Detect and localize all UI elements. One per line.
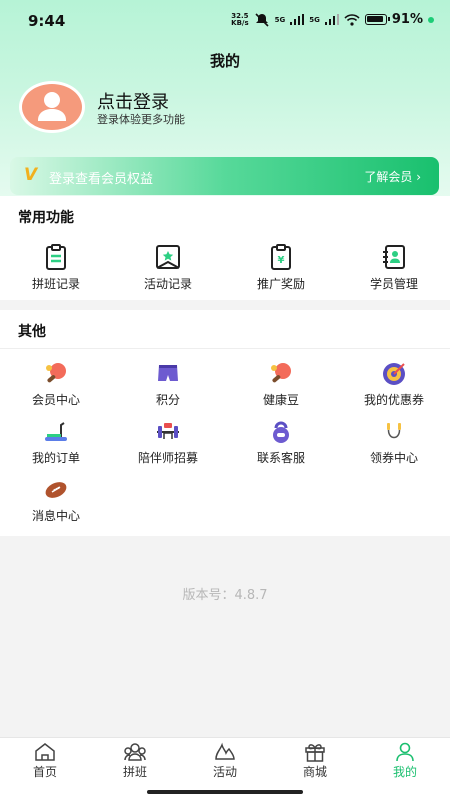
activity-icon bbox=[215, 742, 235, 760]
other-label: 领券中心 bbox=[369, 451, 418, 465]
learn-vip-link[interactable]: 了解会员 › bbox=[364, 168, 421, 185]
avatar[interactable] bbox=[19, 81, 85, 133]
status-icons: 32.5 KB/s 5G 5G 91% bbox=[231, 12, 434, 27]
gift-icon bbox=[305, 744, 325, 762]
other-label: 联系客服 bbox=[256, 451, 305, 465]
contacts-book-icon bbox=[383, 245, 405, 269]
other-label: 消息中心 bbox=[31, 509, 80, 523]
other-label: 陪伴师招募 bbox=[137, 451, 198, 465]
health-beans-item[interactable]: 健康豆 bbox=[225, 361, 337, 408]
ping-pong-icon bbox=[271, 363, 291, 383]
barbell-icon bbox=[157, 423, 179, 439]
battery-percent: 91% bbox=[391, 12, 423, 27]
home-icon bbox=[35, 743, 55, 761]
clipboard-icon bbox=[46, 244, 66, 270]
common-functions-title: 常用功能 bbox=[18, 210, 74, 226]
home-indicator[interactable] bbox=[147, 790, 303, 794]
mute-icon bbox=[255, 12, 269, 27]
wifi-icon bbox=[344, 13, 360, 26]
treadmill-icon bbox=[45, 422, 67, 441]
group-icon bbox=[124, 743, 146, 761]
other-label: 我的优惠券 bbox=[363, 393, 424, 407]
page-title: 我的 bbox=[209, 52, 240, 70]
signal-icon bbox=[324, 14, 339, 25]
companion-recruitment-item[interactable]: 陪伴师招募 bbox=[112, 419, 224, 466]
function-label: 拼班记录 bbox=[31, 277, 80, 291]
other-label: 会员中心 bbox=[31, 393, 80, 407]
my-orders-item[interactable]: 我的订单 bbox=[0, 419, 112, 466]
student-management-item[interactable]: 学员管理 bbox=[338, 243, 450, 292]
user-icon bbox=[396, 742, 414, 762]
battery-icon bbox=[364, 14, 390, 25]
join-class-records-item[interactable]: 拼班记录 bbox=[0, 243, 112, 292]
tab-label: 商城 bbox=[302, 765, 327, 779]
message-center-item[interactable]: 消息中心 bbox=[0, 477, 112, 524]
section-divider bbox=[0, 348, 450, 349]
tab-mall[interactable]: 商城 bbox=[270, 742, 360, 780]
vip-badge-icon: V bbox=[24, 165, 38, 185]
status-bar: 9:44 32.5 KB/s 5G 5G 91% bbox=[0, 0, 450, 40]
user-silhouette-icon bbox=[38, 92, 66, 121]
shorts-icon bbox=[158, 365, 178, 381]
kettlebell-icon bbox=[273, 421, 289, 443]
network-speed: 32.5 KB/s bbox=[231, 11, 249, 27]
member-center-item[interactable]: 会员中心 bbox=[0, 361, 112, 408]
signal-icon bbox=[290, 14, 305, 25]
login-subtitle: 登录体验更多功能 bbox=[97, 113, 185, 126]
tab-join-class[interactable]: 拼班 bbox=[90, 742, 180, 780]
target-icon bbox=[383, 363, 405, 385]
function-label: 学员管理 bbox=[369, 277, 418, 291]
my-coupons-item[interactable]: 我的优惠券 bbox=[338, 361, 450, 408]
network-type-1: 5G bbox=[274, 15, 286, 24]
other-title: 其他 bbox=[18, 324, 46, 340]
function-label: 推广奖励 bbox=[256, 277, 305, 291]
other-label: 健康豆 bbox=[262, 393, 299, 407]
promotion-rewards-item[interactable]: ¥ 推广奖励 bbox=[225, 243, 337, 292]
activity-records-item[interactable]: 活动记录 bbox=[112, 243, 224, 292]
tab-label: 活动 bbox=[212, 765, 237, 779]
ping-pong-icon bbox=[46, 363, 66, 383]
tab-label: 拼班 bbox=[122, 765, 147, 779]
rugby-ball-icon bbox=[45, 482, 67, 498]
other-label: 我的订单 bbox=[31, 451, 80, 465]
status-time: 9:44 bbox=[28, 12, 66, 30]
function-label: 活动记录 bbox=[143, 277, 192, 291]
vip-banner[interactable]: V 登录查看会员权益 了解会员 › bbox=[10, 157, 439, 195]
charging-dot-icon bbox=[428, 16, 434, 23]
star-badge-icon bbox=[156, 245, 180, 269]
yen-clipboard-icon: ¥ bbox=[271, 244, 291, 270]
version-text: 版本号：4.8.7 bbox=[182, 588, 268, 603]
tab-label: 首页 bbox=[32, 765, 57, 779]
tab-home[interactable]: 首页 bbox=[0, 742, 90, 780]
tab-mine[interactable]: 我的 bbox=[360, 742, 450, 780]
svg-text:¥: ¥ bbox=[278, 255, 285, 266]
points-item[interactable]: 积分 bbox=[112, 361, 224, 408]
tab-activity[interactable]: 活动 bbox=[180, 742, 270, 780]
tab-label: 我的 bbox=[392, 765, 417, 779]
coupon-center-item[interactable]: 领券中心 bbox=[338, 419, 450, 466]
vip-banner-text: 登录查看会员权益 bbox=[49, 172, 154, 187]
jump-rope-icon bbox=[387, 423, 401, 439]
contact-support-item[interactable]: 联系客服 bbox=[225, 419, 337, 466]
network-type-2: 5G bbox=[309, 15, 320, 24]
other-label: 积分 bbox=[155, 393, 180, 407]
